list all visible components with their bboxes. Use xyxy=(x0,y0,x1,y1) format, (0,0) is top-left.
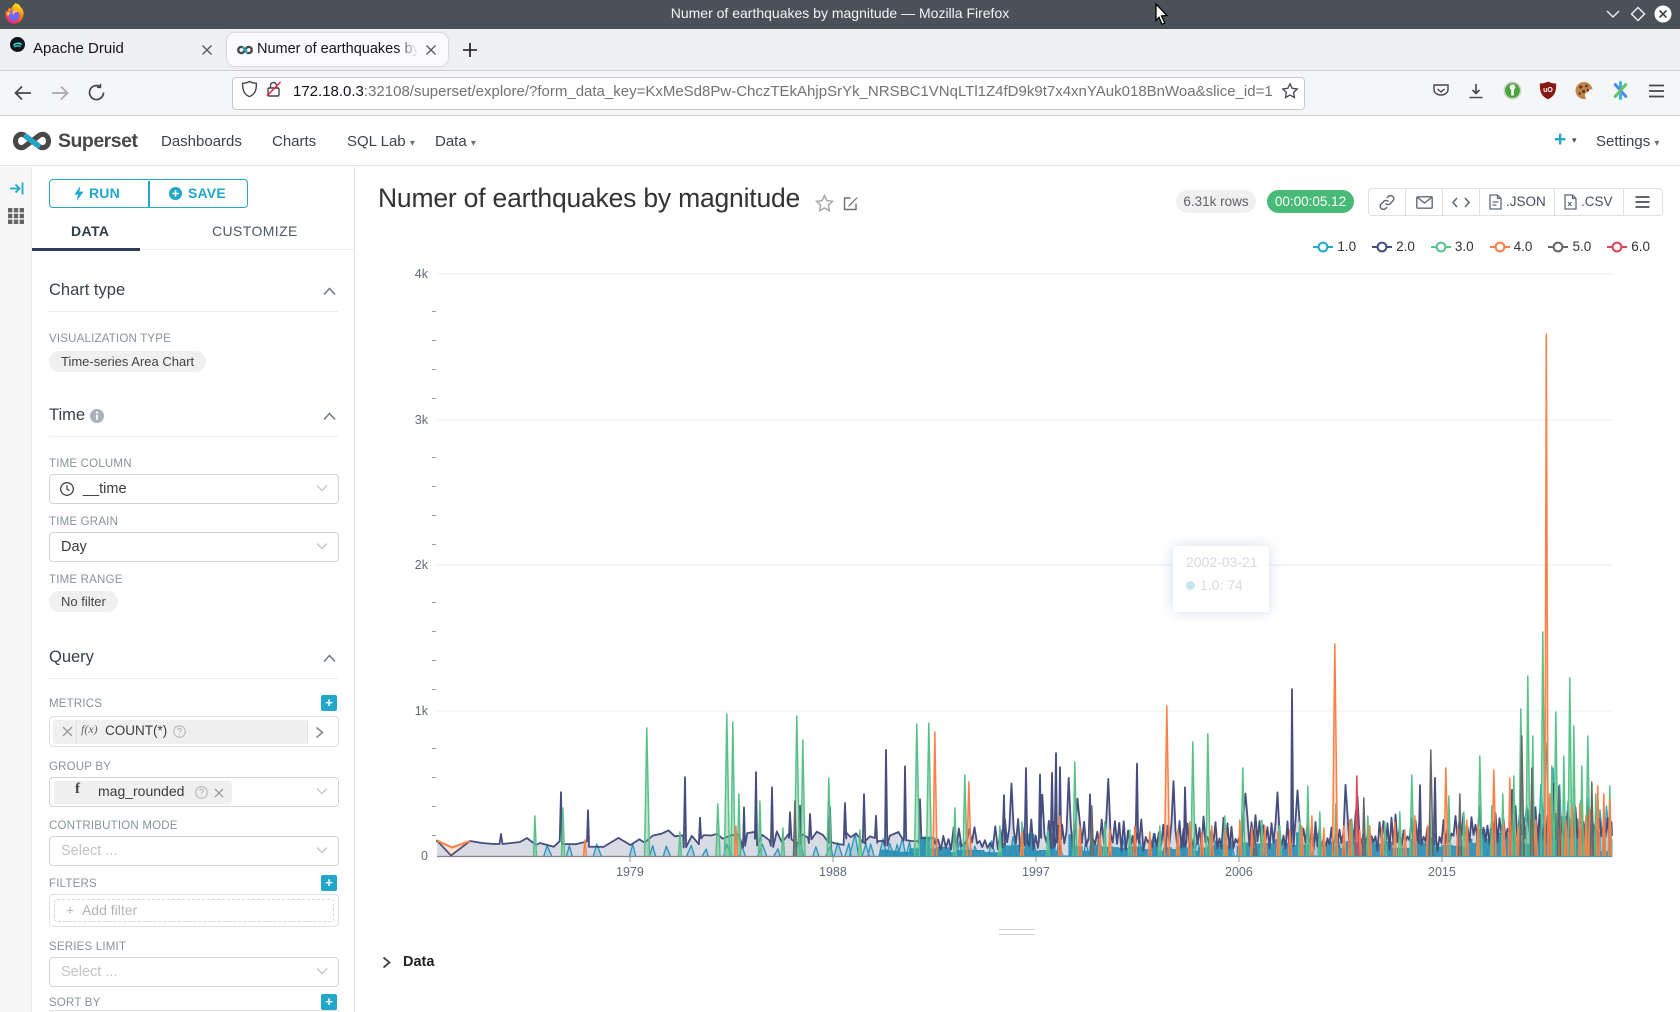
svg-text:uO: uO xyxy=(1543,87,1553,94)
